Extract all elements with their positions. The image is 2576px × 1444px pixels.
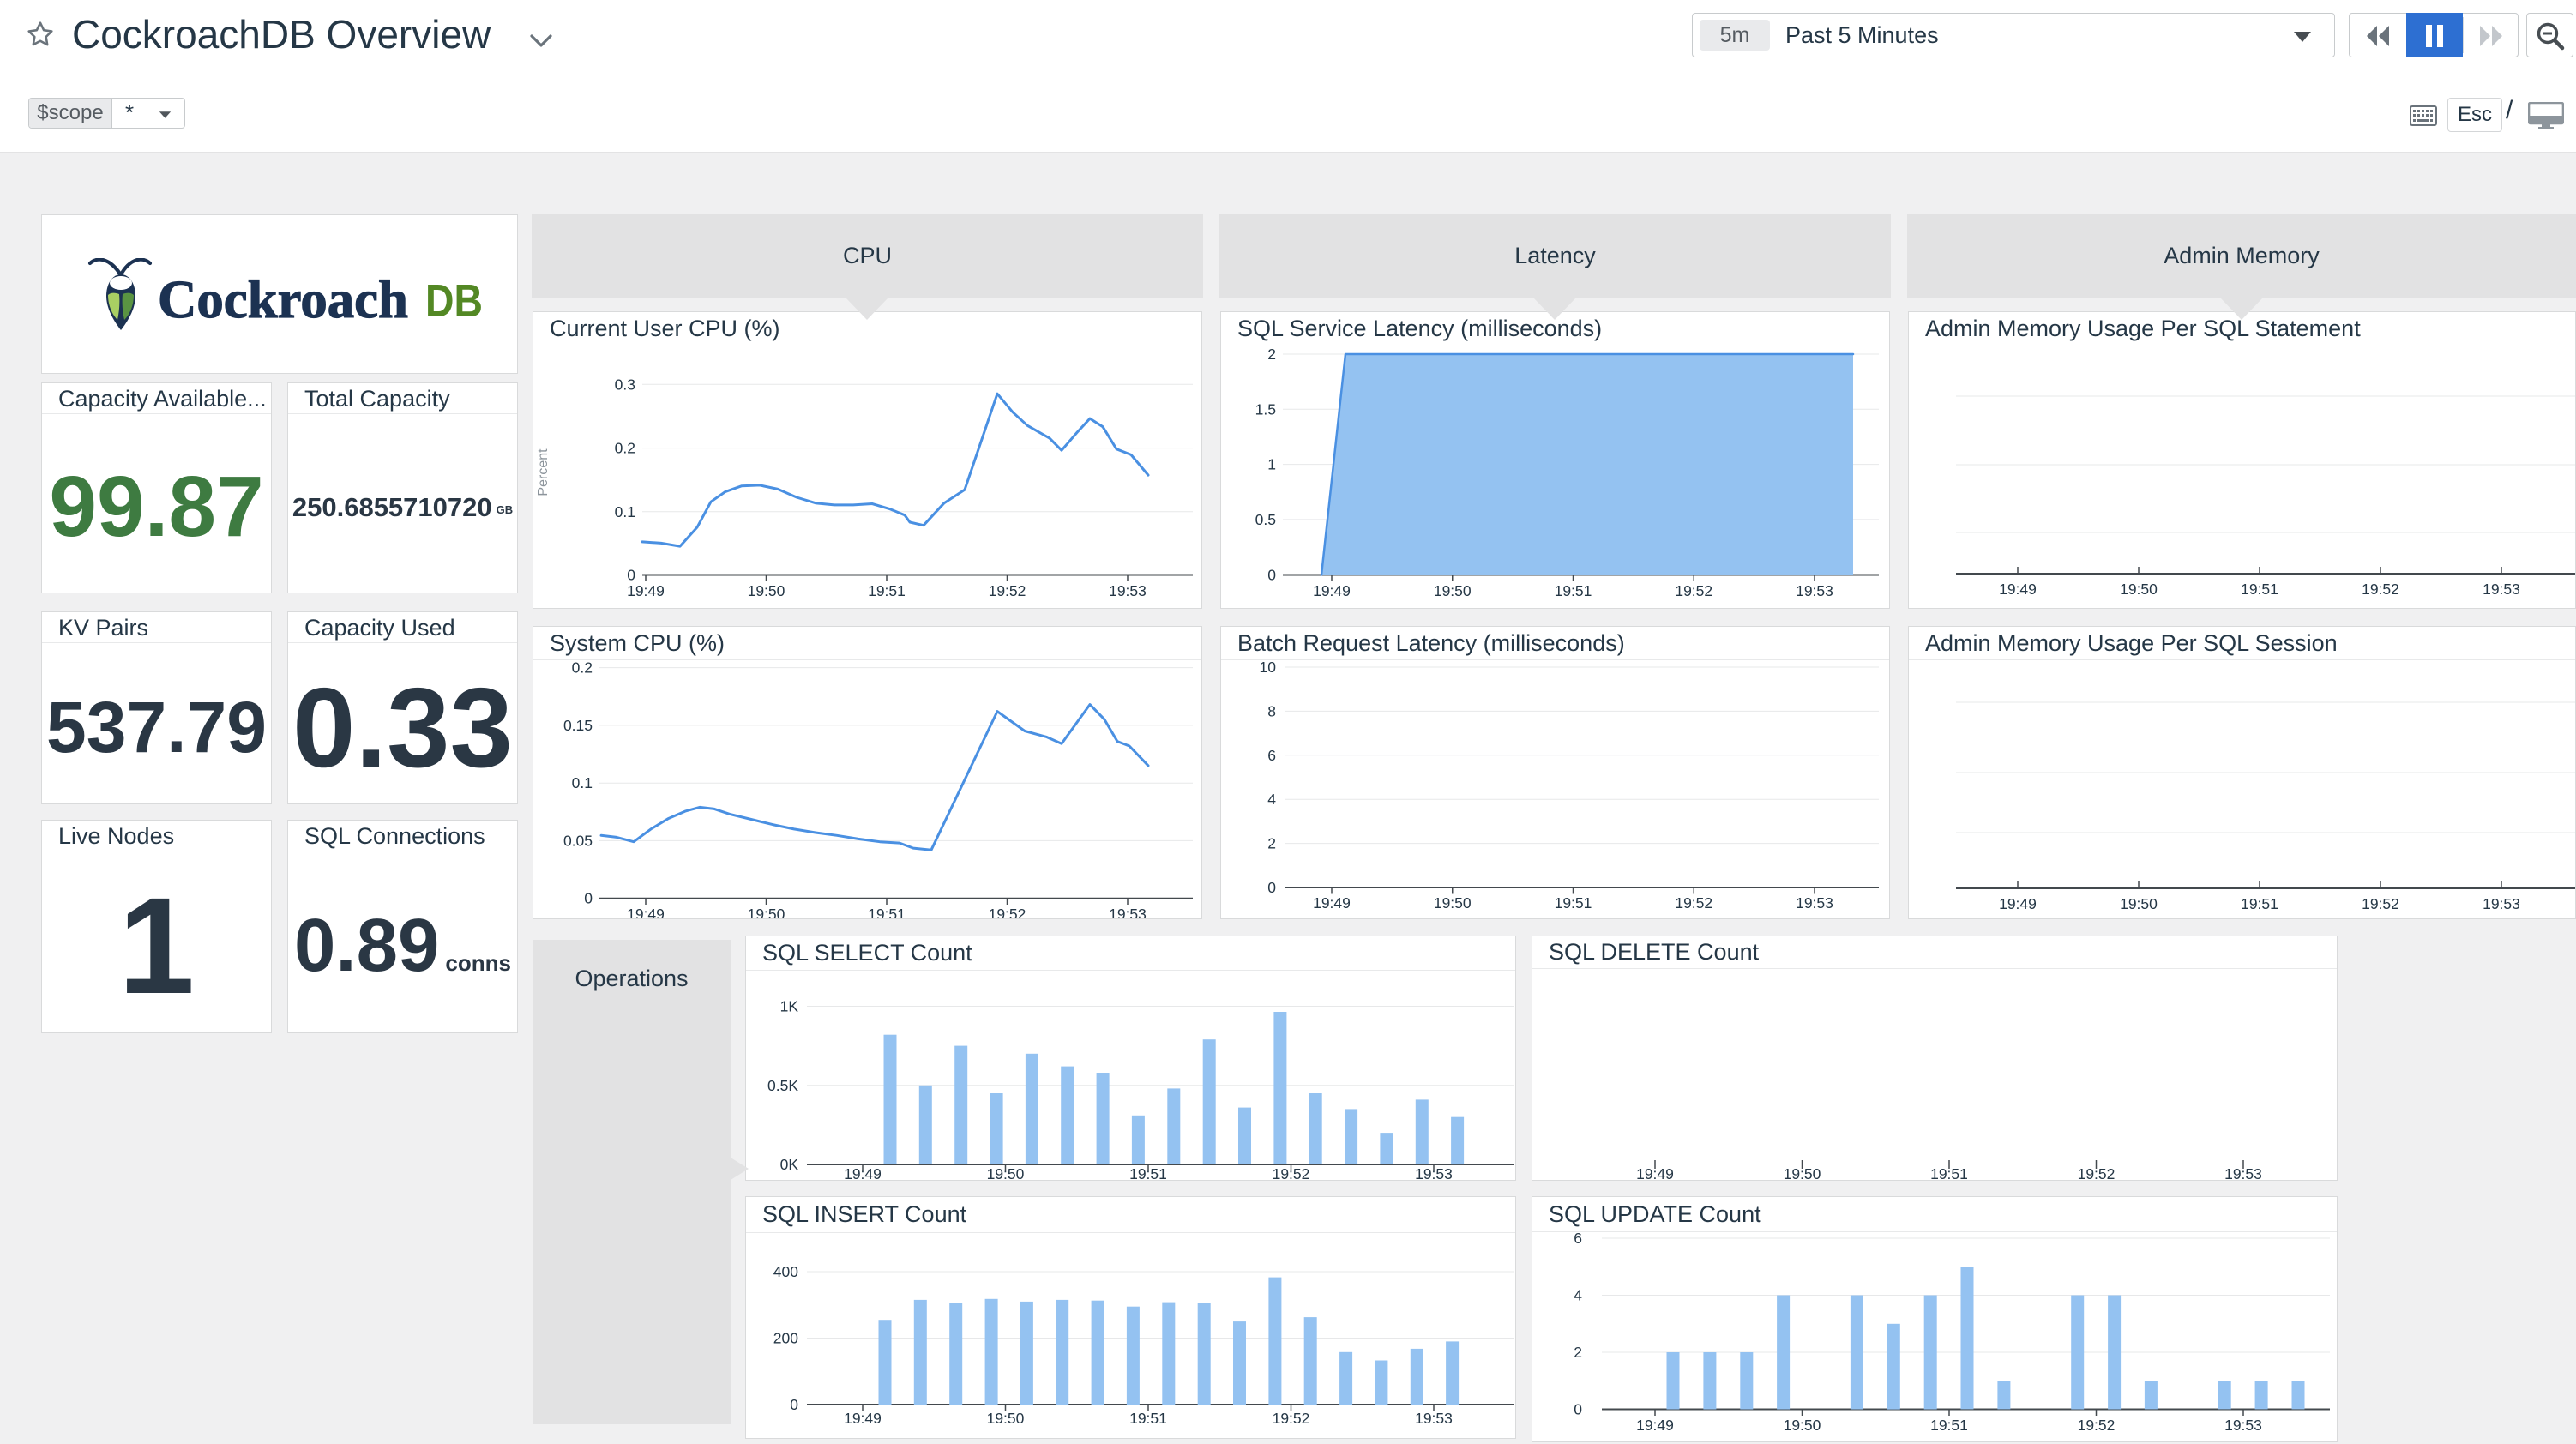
- svg-text:0.1: 0.1: [572, 774, 593, 791]
- svg-text:0: 0: [584, 890, 593, 907]
- svg-text:19:51: 19:51: [1930, 1165, 1968, 1180]
- svg-text:0: 0: [1267, 879, 1276, 896]
- svg-text:0.2: 0.2: [615, 440, 635, 457]
- svg-text:19:53: 19:53: [1415, 1165, 1453, 1180]
- svg-text:0K: 0K: [780, 1156, 799, 1173]
- svg-text:0: 0: [790, 1396, 798, 1413]
- svg-text:19:50: 19:50: [1784, 1165, 1821, 1180]
- svg-text:DB: DB: [425, 275, 481, 327]
- svg-text:19:50: 19:50: [748, 582, 785, 599]
- svg-text:8: 8: [1267, 702, 1276, 719]
- svg-text:19:52: 19:52: [989, 582, 1026, 599]
- svg-text:19:53: 19:53: [2224, 1417, 2262, 1434]
- svg-text:200: 200: [773, 1330, 798, 1347]
- svg-text:19:50: 19:50: [1784, 1417, 1821, 1434]
- svg-text:19:50: 19:50: [1434, 894, 1472, 912]
- svg-text:19:50: 19:50: [1434, 582, 1472, 599]
- svg-text:0.5: 0.5: [1255, 511, 1276, 528]
- svg-text:19:51: 19:51: [868, 582, 906, 599]
- svg-text:1K: 1K: [780, 998, 799, 1015]
- svg-text:19:51: 19:51: [868, 906, 906, 918]
- svg-text:1.5: 1.5: [1255, 400, 1276, 418]
- svg-text:400: 400: [773, 1263, 798, 1280]
- svg-text:6: 6: [1574, 1230, 1582, 1247]
- svg-text:0.1: 0.1: [615, 503, 635, 520]
- svg-text:19:50: 19:50: [2120, 581, 2158, 598]
- svg-text:0: 0: [627, 567, 635, 584]
- svg-text:19:51: 19:51: [1555, 894, 1592, 912]
- svg-text:0.2: 0.2: [572, 659, 593, 677]
- svg-text:0.15: 0.15: [563, 717, 593, 734]
- svg-text:0: 0: [1574, 1401, 1582, 1418]
- svg-text:19:51: 19:51: [1129, 1410, 1167, 1427]
- svg-text:19:52: 19:52: [1273, 1165, 1310, 1180]
- svg-text:10: 10: [1260, 659, 1277, 676]
- svg-text:0.3: 0.3: [615, 376, 635, 393]
- svg-text:19:49: 19:49: [1999, 895, 2037, 912]
- svg-text:19:49: 19:49: [844, 1410, 882, 1427]
- svg-text:19:49: 19:49: [1636, 1165, 1674, 1180]
- svg-text:2: 2: [1267, 346, 1276, 363]
- svg-text:19:52: 19:52: [2078, 1417, 2116, 1434]
- svg-text:19:50: 19:50: [748, 906, 785, 918]
- svg-text:1: 1: [1267, 456, 1276, 473]
- svg-text:19:53: 19:53: [1415, 1410, 1453, 1427]
- svg-text:19:53: 19:53: [1796, 894, 1833, 912]
- svg-text:19:52: 19:52: [2078, 1165, 2116, 1180]
- svg-text:4: 4: [1267, 791, 1276, 808]
- svg-text:19:52: 19:52: [989, 906, 1026, 918]
- svg-text:19:50: 19:50: [987, 1410, 1025, 1427]
- svg-text:19:51: 19:51: [1129, 1165, 1167, 1180]
- svg-text:19:51: 19:51: [1930, 1417, 1968, 1434]
- svg-text:19:49: 19:49: [1999, 581, 2037, 598]
- svg-text:19:49: 19:49: [844, 1165, 882, 1180]
- svg-text:19:51: 19:51: [2241, 895, 2278, 912]
- svg-text:Cockroach: Cockroach: [158, 271, 408, 329]
- svg-text:19:53: 19:53: [1109, 906, 1147, 918]
- svg-text:19:49: 19:49: [1313, 582, 1351, 599]
- svg-text:19:49: 19:49: [1636, 1417, 1674, 1434]
- svg-text:19:53: 19:53: [2483, 895, 2520, 912]
- svg-text:19:52: 19:52: [1675, 894, 1712, 912]
- svg-text:19:50: 19:50: [2120, 895, 2158, 912]
- svg-text:19:52: 19:52: [1675, 582, 1712, 599]
- svg-text:0: 0: [1267, 567, 1276, 584]
- svg-text:6: 6: [1267, 747, 1276, 764]
- svg-text:19:53: 19:53: [1109, 582, 1147, 599]
- svg-text:Percent: Percent: [536, 448, 551, 496]
- svg-text:2: 2: [1574, 1344, 1582, 1361]
- svg-text:4: 4: [1574, 1287, 1582, 1304]
- svg-text:19:51: 19:51: [1555, 582, 1592, 599]
- svg-text:19:49: 19:49: [1313, 894, 1351, 912]
- svg-text:19:49: 19:49: [627, 906, 665, 918]
- svg-text:19:52: 19:52: [2362, 581, 2399, 598]
- svg-text:19:52: 19:52: [1273, 1410, 1310, 1427]
- svg-text:19:52: 19:52: [2362, 895, 2399, 912]
- svg-text:19:53: 19:53: [1796, 582, 1833, 599]
- svg-text:2: 2: [1267, 835, 1276, 852]
- svg-text:19:49: 19:49: [627, 582, 665, 599]
- svg-text:19:53: 19:53: [2483, 581, 2520, 598]
- svg-text:0.05: 0.05: [563, 832, 593, 849]
- svg-text:19:51: 19:51: [2241, 581, 2278, 598]
- svg-text:19:53: 19:53: [2224, 1165, 2262, 1180]
- svg-text:19:50: 19:50: [987, 1165, 1025, 1180]
- svg-text:0.5K: 0.5K: [767, 1077, 798, 1094]
